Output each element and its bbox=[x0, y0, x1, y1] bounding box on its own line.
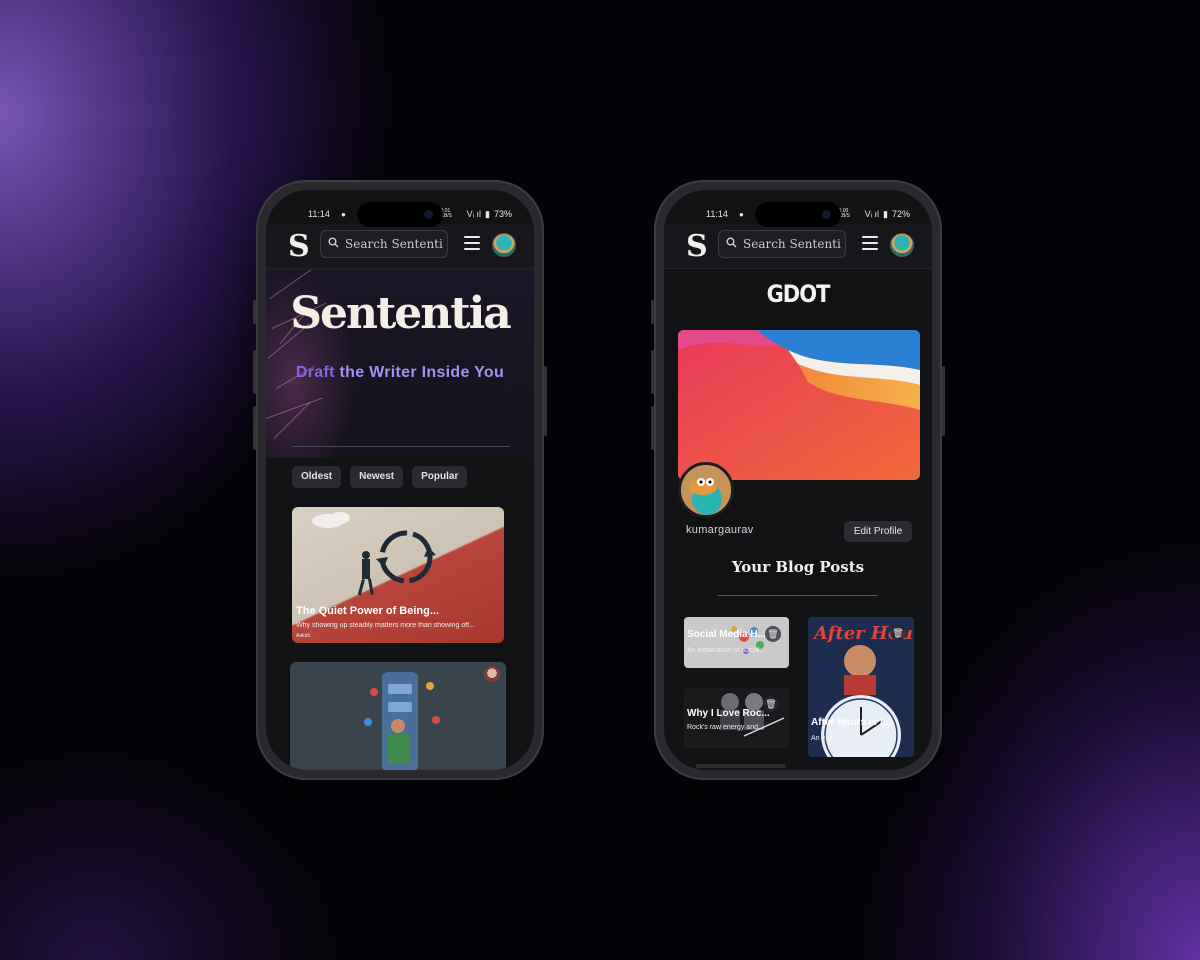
hamburger-icon[interactable] bbox=[862, 236, 878, 250]
data-rate: 0.00 KB/S bbox=[838, 208, 851, 219]
blog-post-card[interactable]: Social Media H... An exploration of soci… bbox=[684, 617, 789, 668]
blog-post-card[interactable]: After Hours After Hours is t... An explo… bbox=[808, 617, 914, 757]
post-description: An exploration of social... bbox=[687, 647, 766, 654]
divider bbox=[718, 595, 878, 596]
trash-icon[interactable]: 🗑 bbox=[763, 696, 779, 712]
profile-display-name: GDOT bbox=[766, 280, 831, 308]
hamburger-icon[interactable] bbox=[464, 236, 480, 250]
avatar[interactable] bbox=[492, 233, 516, 257]
search-icon bbox=[719, 237, 743, 251]
edit-profile-button[interactable]: Edit Profile bbox=[844, 521, 912, 542]
avatar[interactable] bbox=[890, 233, 914, 257]
dynamic-island bbox=[755, 202, 841, 227]
filter-newest-button[interactable]: Newest bbox=[350, 466, 404, 488]
sort-filters: Oldest Newest Popular bbox=[292, 466, 468, 488]
post-card[interactable] bbox=[290, 662, 506, 770]
profile-banner bbox=[678, 330, 920, 480]
blog-post-card[interactable]: Why I Love Roc... Rock's raw energy and.… bbox=[684, 688, 789, 748]
post-description: Why showing up steadily matters more tha… bbox=[296, 622, 475, 629]
divider bbox=[292, 446, 510, 447]
chat-bubble-icon: ● bbox=[739, 209, 744, 219]
search-input[interactable]: Search Sententi bbox=[718, 230, 846, 258]
search-placeholder: Search Sententi bbox=[345, 237, 443, 251]
post-illustration bbox=[364, 672, 440, 770]
author-avatar bbox=[484, 666, 500, 682]
post-card[interactable]: The Quiet Power of Being... Why showing … bbox=[292, 507, 504, 643]
sententia-logo[interactable]: S bbox=[686, 229, 708, 264]
post-title: Social Media H... bbox=[687, 629, 766, 640]
post-author: Aakriti bbox=[296, 633, 310, 639]
brand-title: Sententia bbox=[290, 288, 512, 339]
status-time: 11:14 bbox=[308, 209, 330, 219]
trash-icon[interactable]: 🗑 bbox=[890, 625, 906, 641]
chat-bubble-icon: ● bbox=[341, 209, 346, 219]
profile-avatar[interactable] bbox=[678, 462, 734, 518]
signal-icon: Vᵢ ıl bbox=[466, 209, 482, 219]
filter-popular-button[interactable]: Popular bbox=[412, 466, 468, 488]
post-description: An exploration of Martin... bbox=[811, 735, 891, 742]
filter-oldest-button[interactable]: Oldest bbox=[292, 466, 342, 488]
status-time: 11:14 bbox=[706, 209, 728, 219]
data-rate: 0.01 KB/S bbox=[440, 208, 453, 219]
tagline-draft: Draft bbox=[295, 364, 335, 381]
left-screen: 11:14 ● 0.01 KB/S Vᵢ ıl ▮ 73% S Search S… bbox=[266, 190, 534, 770]
post-description: Rock's raw energy and... bbox=[687, 724, 764, 731]
search-placeholder: Search Sententi bbox=[743, 237, 841, 251]
right-screen: 11:14 ● 0.00 KB/S Vᵢ ıl ▮ 72% S Search S… bbox=[664, 190, 932, 770]
search-input[interactable]: Search Sententi bbox=[320, 230, 448, 258]
left-phone-mockup: 11:14 ● 0.01 KB/S Vᵢ ıl ▮ 73% S Search S… bbox=[253, 180, 547, 780]
signal-icon: Vᵢ ıl bbox=[864, 209, 880, 219]
dynamic-island bbox=[357, 202, 443, 227]
trash-icon[interactable]: 🗑 bbox=[765, 626, 781, 642]
tagline-rest: the Writer Inside You bbox=[334, 364, 505, 381]
blog-posts-heading: Your Blog Posts bbox=[731, 558, 865, 576]
post-title: The Quiet Power of Being... bbox=[296, 605, 440, 617]
tagline: Draft the Writer Inside You bbox=[266, 364, 534, 382]
username: kumargaurav bbox=[686, 524, 754, 536]
battery-icon: ▮ bbox=[883, 208, 888, 219]
search-icon bbox=[321, 237, 345, 251]
right-phone-mockup: 11:14 ● 0.00 KB/S Vᵢ ıl ▮ 72% S Search S… bbox=[651, 180, 945, 780]
battery-percent: 72% bbox=[891, 209, 910, 219]
post-title: After Hours is t... bbox=[811, 717, 892, 728]
top-navbar: S Search Sententi bbox=[664, 224, 932, 269]
battery-icon: ▮ bbox=[485, 208, 490, 219]
sententia-logo[interactable]: S bbox=[288, 229, 310, 264]
top-navbar: S Search Sententi bbox=[266, 224, 534, 269]
blog-post-card-partial[interactable] bbox=[696, 764, 786, 768]
battery-percent: 73% bbox=[493, 209, 512, 219]
